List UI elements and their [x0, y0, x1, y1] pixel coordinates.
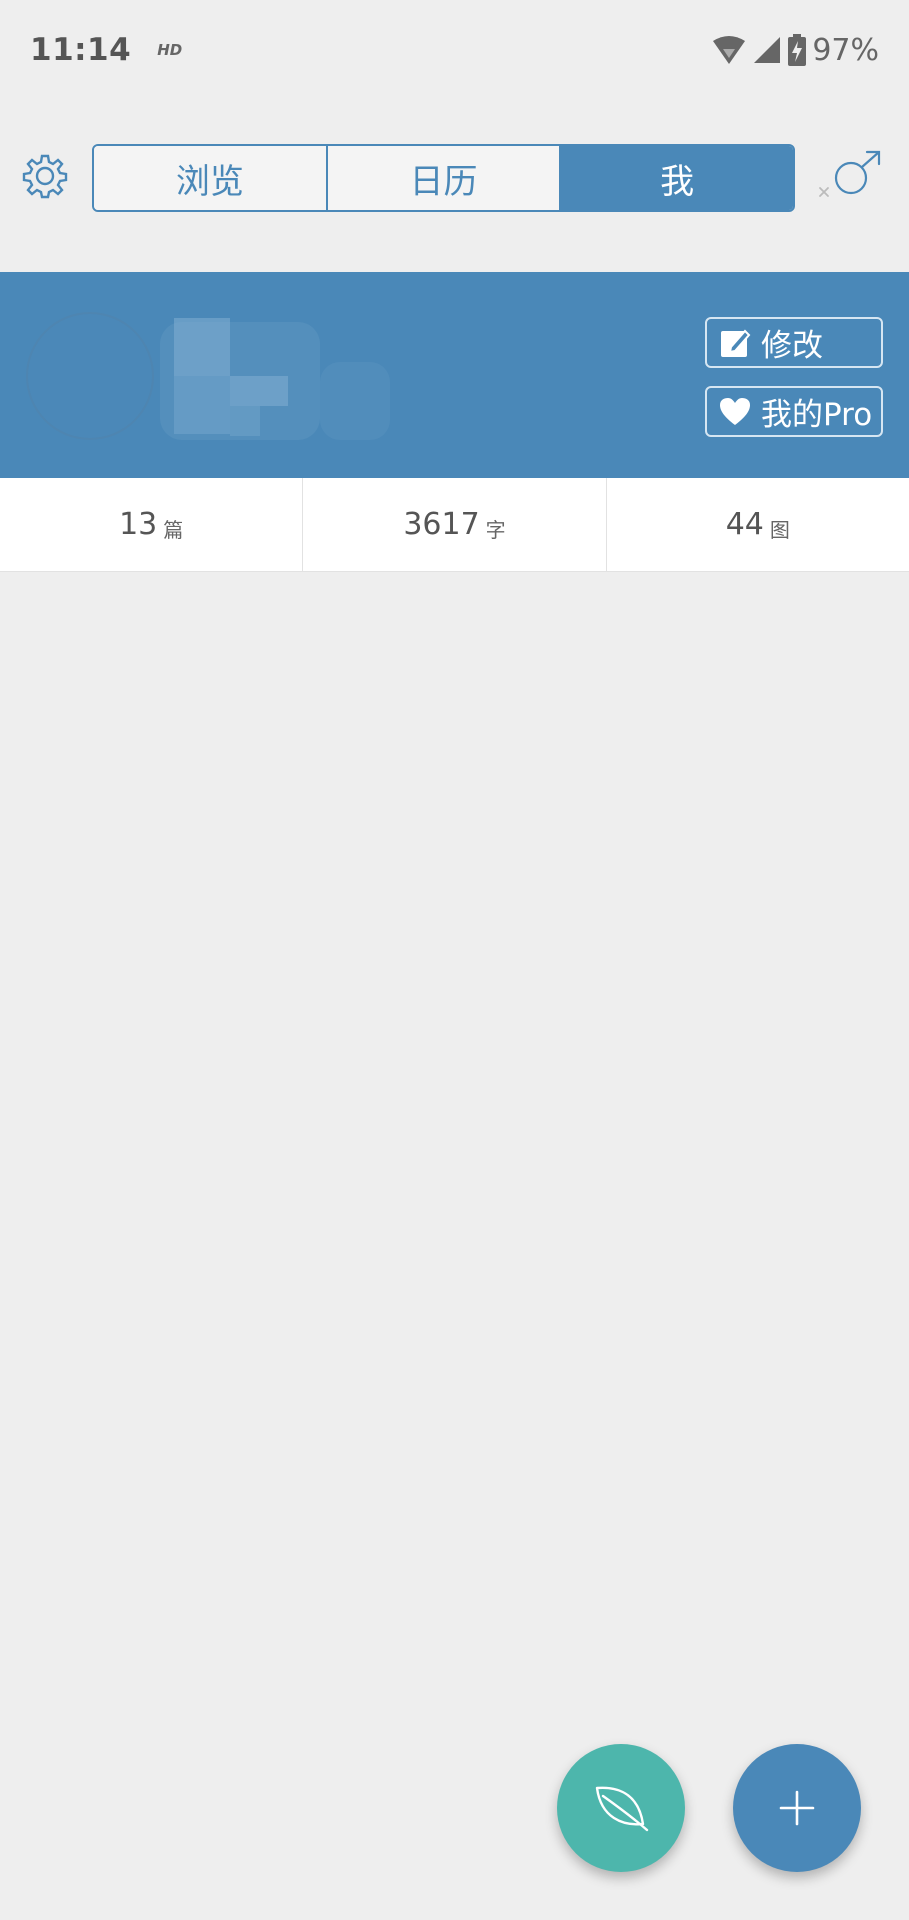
stats-row: 13 篇 3617 字 44 图 [0, 478, 909, 572]
male-symbol-icon[interactable] [815, 150, 885, 206]
plus-icon [779, 1790, 815, 1826]
leaf-icon [595, 1786, 649, 1832]
stat-articles-value: 13 [119, 507, 158, 542]
add-entry-button[interactable] [733, 1744, 861, 1872]
gear-icon[interactable] [22, 153, 68, 199]
app-screen: 11:14 HD 97% 浏览 日历 我 修改 我的Pro 13 篇 3617 … [0, 0, 909, 1920]
stat-articles-unit: 篇 [163, 518, 184, 542]
my-pro-button[interactable]: 我的Pro [705, 386, 883, 437]
stat-characters[interactable]: 3617 字 [302, 478, 605, 571]
stat-images[interactable]: 44 图 [605, 478, 909, 571]
status-right: 97% [712, 33, 879, 68]
edit-profile-button[interactable]: 修改 [705, 317, 883, 368]
status-time: 11:14 [30, 32, 132, 68]
tab-me[interactable]: 我 [559, 146, 793, 210]
my-pro-label: 我的Pro [761, 397, 873, 433]
battery-percent: 97% [812, 32, 879, 68]
edit-profile-label: 修改 [761, 328, 823, 364]
status-left: 11:14 HD [30, 32, 182, 68]
cellular-signal-icon [754, 37, 781, 63]
hd-indicator: HD [157, 41, 183, 59]
tab-browse[interactable]: 浏览 [94, 146, 326, 210]
stat-images-value: 44 [725, 507, 764, 542]
stat-images-unit: 图 [769, 518, 790, 542]
segmented-tabs: 浏览 日历 我 [92, 144, 795, 212]
avatar[interactable] [26, 312, 154, 440]
top-navigation: 浏览 日历 我 [0, 130, 909, 230]
tab-calendar[interactable]: 日历 [325, 146, 560, 210]
stat-articles[interactable]: 13 篇 [0, 478, 302, 571]
heart-icon [720, 397, 750, 425]
status-bar: 11:14 HD 97% [0, 0, 909, 100]
battery-charging-icon [788, 34, 807, 66]
edit-icon [721, 329, 751, 357]
leaf-button[interactable] [557, 1744, 685, 1872]
wifi-icon [713, 36, 746, 64]
stat-characters-unit: 字 [485, 518, 506, 542]
profile-banner: 修改 我的Pro [0, 272, 909, 478]
stat-characters-value: 3617 [403, 507, 480, 542]
